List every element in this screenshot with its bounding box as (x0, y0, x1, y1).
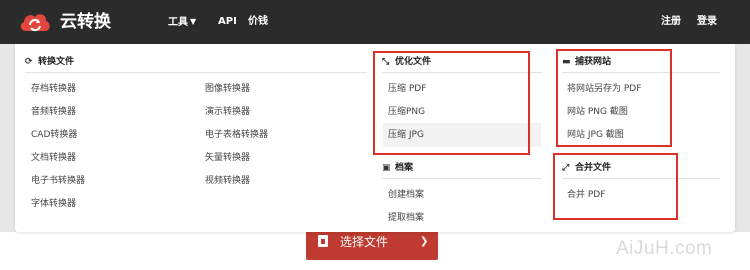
convert-section-title: 转换文件 (38, 57, 75, 67)
nav-pricing-link[interactable]: 价钱 (248, 14, 268, 30)
top-nav-bar: 云转换 工具 ▼ API 价钱 注册 登录 (0, 0, 750, 44)
nav-tools-label: 工具 (168, 17, 188, 28)
menu-item-video-converter[interactable]: 视频转换器 (205, 175, 250, 187)
menu-item-document-converter[interactable]: 文档转换器 (31, 152, 76, 164)
nav-api-link[interactable]: API (218, 14, 237, 30)
menu-item-spreadsheet-converter[interactable]: 电子表格转换器 (205, 129, 268, 141)
menu-item-image-converter[interactable]: 图像转换器 (205, 83, 250, 95)
divider (25, 72, 367, 73)
file-upload-icon (318, 235, 328, 247)
chevron-down-icon[interactable]: ❯ (420, 234, 428, 250)
menu-item-vector-converter[interactable]: 矢量转换器 (205, 152, 250, 164)
menu-item-audio-converter[interactable]: 音频转换器 (31, 106, 76, 118)
nav-login-link[interactable]: 登录 (697, 14, 717, 30)
menu-item-font-converter[interactable]: 字体转换器 (31, 198, 76, 210)
brand-name[interactable]: 云转换 (60, 11, 111, 33)
annotation-box-capture (556, 49, 672, 147)
menu-item-presentation-converter[interactable]: 演示转换器 (205, 106, 250, 118)
menu-item-ebook-converter[interactable]: 电子书转换器 (31, 175, 85, 187)
menu-item-extract-archive[interactable]: 提取档案 (388, 212, 424, 224)
chevron-down-icon: ▼ (190, 17, 197, 26)
archive-section-title: 档案 (395, 163, 414, 173)
archive-box-icon: ▣ (382, 163, 391, 173)
select-file-label: 选择文件 (340, 235, 389, 249)
nav-signup-link[interactable]: 注册 (661, 14, 681, 30)
watermark: AiJuH.com (616, 238, 713, 259)
annotation-box-optimize (373, 51, 530, 155)
annotation-box-merge (553, 153, 678, 220)
archive-section-header: ▣ 档案 (382, 162, 413, 174)
menu-item-cad-converter[interactable]: CAD转换器 (31, 129, 77, 141)
divider (382, 178, 542, 179)
nav-tools-menu[interactable]: 工具 ▼ (168, 14, 196, 31)
cloud-sync-icon[interactable] (18, 11, 52, 33)
convert-section-header: ⟳ 转换文件 (25, 56, 74, 68)
refresh-icon: ⟳ (25, 57, 33, 67)
menu-item-archive-converter[interactable]: 存档转换器 (31, 83, 76, 95)
menu-item-create-archive[interactable]: 创建档案 (388, 189, 424, 201)
